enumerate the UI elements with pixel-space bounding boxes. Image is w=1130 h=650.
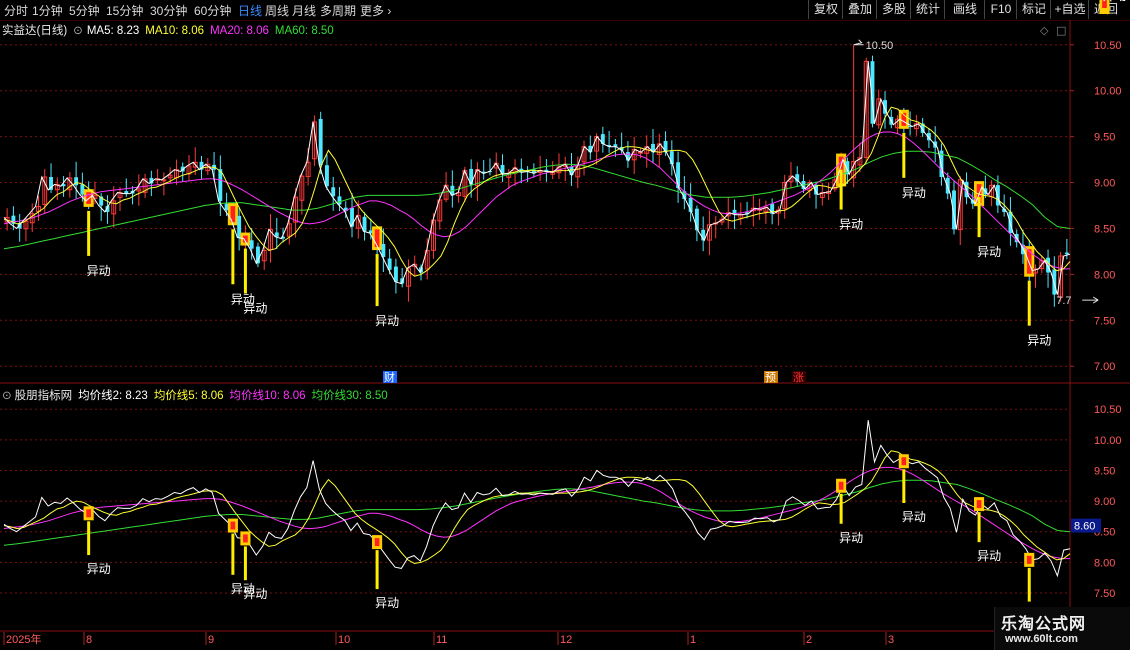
legend-avg5: 均价线5: 8.06 — [153, 390, 224, 402]
event-badge: 涨 — [793, 371, 804, 384]
signal-label-main: 异动 — [243, 302, 267, 316]
sub-legend: ⊙ 股朋指标网 均价线2: 8.23 均价线5: 8.06 均价线10: 8.06 均价线… — [2, 387, 394, 403]
legend-avg30: 均价线30: 8.50 — [311, 390, 388, 402]
date-label: 1 — [690, 634, 696, 646]
signal-label-sub: 异动 — [1102, 0, 1126, 3]
y-tick-label-sub: 9.00 — [1094, 496, 1115, 508]
event-badge: 财 — [384, 370, 395, 384]
signal-label-sub: 异动 — [839, 531, 863, 545]
high-arrow-icon — [853, 39, 864, 46]
candle-down — [1052, 269, 1057, 295]
ma60-line — [3, 150, 1071, 250]
ma20-line — [3, 131, 1070, 270]
signal-label-sub: 异动 — [375, 596, 399, 610]
y-tick-label-sub: 9.50 — [1094, 465, 1115, 477]
signal-label-main: 异动 — [87, 264, 111, 278]
y-tick-label-main: 7.00 — [1094, 361, 1115, 373]
diamond-icon: ◇ — [1040, 24, 1049, 37]
avg5-line — [3, 450, 1071, 565]
kline-chart[interactable]: 10.50 10.00 9.50 9.00 8.50 8.00 7.50 7.00 10.50 1… — [0, 0, 1130, 650]
y-tick-label-main: 8.00 — [1094, 269, 1115, 281]
y-tick-label-main: 9.00 — [1094, 178, 1115, 190]
legend-avg2: 均价线2: 8.23 — [78, 390, 148, 402]
signal-label-main: 异动 — [1027, 334, 1051, 348]
signal-core-sub — [230, 521, 236, 530]
candle-down — [318, 118, 323, 166]
candle-down — [324, 165, 329, 187]
watermark: 乐淘公式网 www.60lt.com — [994, 607, 1130, 650]
signal-label-main: 异动 — [375, 314, 399, 328]
signal-label-sub: 异动 — [977, 549, 1001, 563]
date-label: 2 — [806, 634, 812, 646]
date-label: 8 — [86, 634, 92, 646]
candle-down — [1064, 252, 1069, 255]
y-tick-label-sub: 10.50 — [1094, 404, 1122, 416]
signal-core-sub — [86, 509, 91, 518]
date-label: 12 — [560, 634, 572, 646]
square-icon: □ — [1056, 24, 1066, 37]
signal-core-sub — [243, 534, 248, 543]
candle-down — [337, 196, 342, 205]
signal-candle-core — [374, 229, 380, 248]
y-tick-label-sub: 8.00 — [1094, 557, 1115, 569]
legend-ma60: MA60: 8.50 — [274, 25, 334, 37]
signal-label-main: 异动 — [902, 186, 926, 200]
signal-label-sub: 异动 — [87, 562, 111, 576]
y-tick-label-main: 10.00 — [1094, 86, 1122, 98]
settings-circle-icon[interactable]: ⊙ — [73, 25, 83, 37]
date-label: 9 — [208, 634, 214, 646]
y-tick-label-sub: 10.00 — [1094, 435, 1122, 447]
settings-circle-icon[interactable]: ⊙ — [2, 390, 12, 402]
candle-down — [274, 232, 279, 237]
indicator-title: 股朋指标网 — [14, 390, 73, 402]
legend-ma20: MA20: 8.06 — [210, 25, 269, 37]
candle-down — [218, 169, 223, 201]
candle-down — [249, 240, 254, 249]
signal-label-main: 异动 — [977, 245, 1001, 259]
signal-core-sub — [374, 538, 380, 547]
y-tick-label-main: 10.50 — [1094, 40, 1122, 52]
signal-label-sub: 异动 — [243, 587, 267, 601]
legend-avg10: 均价线10: 8.06 — [229, 390, 306, 402]
date-label: 10 — [338, 634, 350, 646]
y-tick-label-main: 9.50 — [1094, 132, 1115, 144]
signal-core-sub — [901, 457, 907, 466]
low-arrow-icon — [1082, 296, 1099, 304]
signal-core-sub — [976, 500, 982, 509]
signal-core-sub — [838, 481, 844, 490]
signal-label-main: 异动 — [839, 218, 863, 232]
ma5-line — [3, 61, 1071, 295]
current-price-label: 8.60 — [1074, 521, 1095, 533]
date-label: 11 — [436, 634, 447, 646]
main-legend: 实益达(日线) ⊙ MA5: 8.23 MA10: 8.06 MA20: 8.06 MA6… — [2, 22, 340, 38]
signal-core-sub — [1026, 555, 1032, 564]
date-label: 3 — [888, 634, 894, 646]
watermark-title: 乐淘公式网 — [1001, 616, 1087, 633]
legend-ma5: MA5: 8.23 — [86, 25, 140, 37]
stock-title: 实益达(日线) — [2, 25, 68, 37]
y-tick-label-main: 7.50 — [1094, 315, 1115, 327]
date-label: 2025年 — [6, 632, 41, 646]
watermark-url: www.60lt.com — [1005, 633, 1078, 645]
candle-down — [331, 187, 336, 197]
candle-down — [393, 266, 398, 282]
candle-down — [362, 216, 367, 232]
y-tick-label-main: 8.50 — [1094, 223, 1115, 235]
legend-ma10: MA10: 8.06 — [145, 25, 205, 37]
y-tick-label-sub: 7.50 — [1094, 588, 1115, 600]
event-badge: 预 — [765, 371, 776, 384]
signal-label-sub: 异动 — [902, 510, 926, 524]
avg2-line — [3, 420, 1071, 578]
low-price-label: 7.7 — [1056, 295, 1071, 307]
high-price-label: 10.50 — [866, 40, 894, 52]
